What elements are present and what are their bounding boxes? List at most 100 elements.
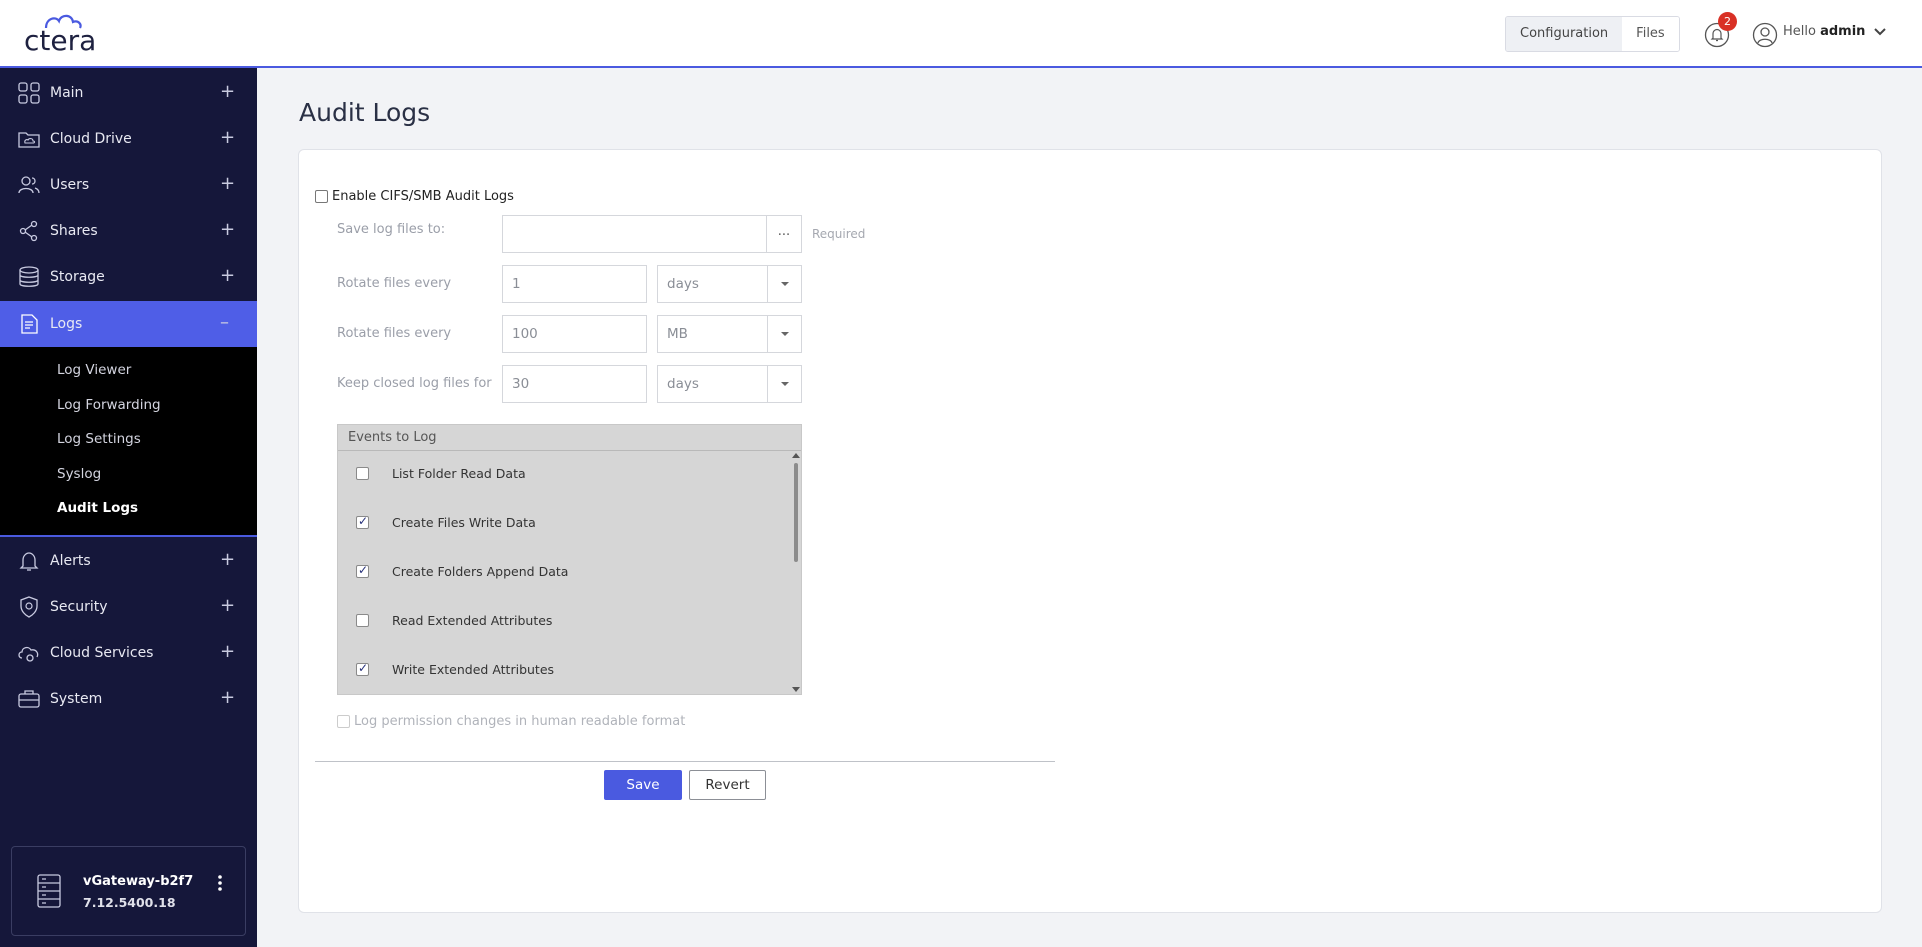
sidebar-item-cloud-services[interactable]: Cloud Services +	[0, 630, 257, 676]
sidebar-item-users[interactable]: Users +	[0, 162, 257, 208]
user-avatar-icon[interactable]	[1752, 22, 1778, 48]
dropdown-arrow-icon[interactable]	[767, 366, 801, 402]
user-greeting[interactable]: Hello admin	[1783, 24, 1865, 39]
enable-audit-checkbox[interactable]	[315, 190, 328, 203]
expand-plus-icon[interactable]: +	[220, 643, 235, 661]
submenu-syslog[interactable]: Syslog	[57, 466, 101, 482]
enable-audit-label[interactable]: Enable CIFS/SMB Audit Logs	[332, 189, 514, 204]
expand-plus-icon[interactable]: +	[220, 689, 235, 707]
rotate-size-unit-select[interactable]: MB	[657, 315, 802, 353]
required-hint: Required	[812, 227, 866, 241]
expand-plus-icon[interactable]: +	[220, 221, 235, 239]
dropdown-arrow-icon[interactable]	[767, 266, 801, 302]
expand-plus-icon[interactable]: +	[220, 267, 235, 285]
ctera-logo[interactable]: ctera	[24, 10, 114, 57]
sidebar: Main + Cloud Drive + Users + Shares + St…	[0, 68, 257, 947]
sidebar-item-system[interactable]: System +	[0, 676, 257, 722]
submenu-log-settings[interactable]: Log Settings	[57, 431, 141, 447]
save-log-label: Save log files to:	[337, 222, 446, 237]
sidebar-item-logs[interactable]: Logs –	[0, 301, 257, 347]
events-to-log-list[interactable]: Events to Log List Folder Read Data Crea…	[337, 424, 802, 695]
grid-icon	[18, 82, 40, 104]
rotate-time-label: Rotate files every	[337, 276, 452, 291]
scroll-down-icon[interactable]	[792, 687, 800, 692]
submenu-log-forwarding[interactable]: Log Forwarding	[57, 397, 161, 413]
event-checkbox[interactable]	[356, 614, 369, 627]
mode-files[interactable]: Files	[1622, 17, 1679, 51]
revert-button[interactable]: Revert	[689, 770, 766, 800]
event-row[interactable]: Write Extended Attributes	[338, 659, 788, 683]
top-bar: ctera Configuration Files 2 Hello admin	[0, 0, 1922, 68]
expand-plus-icon[interactable]: +	[220, 129, 235, 147]
sidebar-item-label: Storage	[50, 269, 105, 285]
mode-switch[interactable]: Configuration Files	[1505, 16, 1680, 52]
event-checkbox[interactable]	[356, 467, 369, 480]
expand-plus-icon[interactable]: +	[220, 597, 235, 615]
device-name: vGateway-b2f7	[83, 874, 194, 889]
keep-files-input[interactable]: 30	[502, 365, 647, 403]
event-row[interactable]: List Folder Read Data	[338, 463, 788, 487]
chevron-down-icon[interactable]	[1874, 28, 1886, 36]
logs-submenu: Log Viewer Log Forwarding Log Settings S…	[0, 347, 257, 537]
expand-plus-icon[interactable]: +	[220, 551, 235, 569]
sidebar-item-alerts[interactable]: Alerts +	[0, 538, 257, 584]
save-button[interactable]: Save	[604, 770, 682, 800]
share-icon	[19, 220, 38, 242]
event-label: Create Folders Append Data	[392, 564, 569, 579]
sidebar-item-label: System	[50, 691, 103, 707]
sidebar-item-security[interactable]: Security +	[0, 584, 257, 630]
rotate-time-input[interactable]: 1	[502, 265, 647, 303]
event-row[interactable]: Read Extended Attributes	[338, 610, 788, 634]
event-checkbox[interactable]	[356, 563, 369, 578]
mode-configuration[interactable]: Configuration	[1506, 17, 1623, 51]
perm-readable-label[interactable]: Log permission changes in human readable…	[354, 714, 685, 729]
device-version: 7.12.5400.18	[83, 895, 176, 910]
sidebar-item-label: Alerts	[50, 553, 91, 569]
event-label: List Folder Read Data	[392, 466, 526, 481]
sidebar-item-label: Main	[50, 85, 84, 101]
browse-button[interactable]: ...	[767, 215, 802, 253]
notification-badge: 2	[1718, 12, 1737, 31]
form-divider	[315, 761, 1055, 762]
sidebar-item-label: Logs	[50, 316, 83, 332]
save-log-path-input[interactable]	[502, 215, 767, 253]
event-label: Create Files Write Data	[392, 515, 536, 530]
event-label: Write Extended Attributes	[392, 662, 555, 677]
rotate-size-label: Rotate files every	[337, 326, 452, 341]
event-checkbox[interactable]	[356, 661, 369, 676]
device-card[interactable]: vGateway-b2f7 7.12.5400.18	[11, 846, 246, 936]
rotate-time-unit-select[interactable]: days	[657, 265, 802, 303]
event-row[interactable]: Create Folders Append Data	[338, 561, 788, 585]
expand-plus-icon[interactable]: +	[220, 83, 235, 101]
sidebar-item-label: Cloud Drive	[50, 131, 132, 147]
scroll-up-icon[interactable]	[792, 453, 800, 458]
more-vertical-icon[interactable]	[214, 875, 226, 891]
cloud-gear-icon	[18, 646, 39, 662]
storage-icon	[19, 266, 39, 287]
username: admin	[1820, 24, 1866, 39]
sidebar-item-main[interactable]: Main +	[0, 70, 257, 116]
events-scrollbar[interactable]	[791, 451, 801, 694]
expand-plus-icon[interactable]: +	[220, 175, 235, 193]
shield-icon	[20, 596, 38, 618]
scroll-thumb[interactable]	[794, 463, 798, 562]
event-row[interactable]: Create Files Write Data	[338, 512, 788, 536]
submenu-log-viewer[interactable]: Log Viewer	[57, 362, 131, 378]
select-value: days	[667, 376, 699, 392]
sidebar-item-label: Users	[50, 177, 90, 193]
sidebar-item-cloud-drive[interactable]: Cloud Drive +	[0, 116, 257, 162]
events-header: Events to Log	[338, 425, 801, 451]
sidebar-item-shares[interactable]: Shares +	[0, 208, 257, 254]
sidebar-item-storage[interactable]: Storage +	[0, 254, 257, 300]
dropdown-arrow-icon[interactable]	[767, 316, 801, 352]
collapse-minus-icon[interactable]: –	[220, 314, 229, 332]
sidebar-item-label: Cloud Services	[50, 645, 154, 661]
submenu-audit-logs[interactable]: Audit Logs	[57, 500, 138, 516]
sidebar-item-label: Shares	[50, 223, 98, 239]
bell-icon	[19, 552, 39, 571]
event-checkbox[interactable]	[356, 514, 369, 529]
keep-files-unit-select[interactable]: days	[657, 365, 802, 403]
perm-readable-checkbox[interactable]	[337, 715, 350, 728]
users-icon	[18, 176, 40, 194]
rotate-size-input[interactable]: 100	[502, 315, 647, 353]
